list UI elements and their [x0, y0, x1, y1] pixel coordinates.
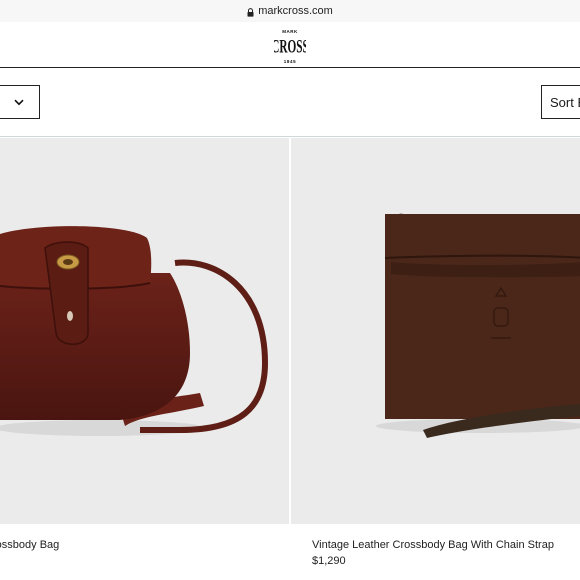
url-text: markcross.com: [258, 5, 333, 17]
svg-text:1845: 1845: [284, 59, 296, 64]
lock-icon: [247, 7, 254, 17]
browser-url-bar[interactable]: markcross.com: [0, 0, 580, 22]
svg-text:MARK: MARK: [282, 29, 298, 34]
sort-dropdown[interactable]: Sort By: [541, 85, 580, 119]
chevron-down-icon: [14, 99, 24, 105]
product-card[interactable]: rossbody Bag: [0, 138, 289, 580]
filter-bar: Sort By: [0, 68, 580, 137]
svg-text:CROSS: CROSS: [274, 37, 306, 58]
saddle-bag-image: [0, 226, 269, 436]
product-image[interactable]: [291, 138, 580, 524]
product-name[interactable]: rossbody Bag: [0, 539, 59, 551]
filter-dropdown[interactable]: [0, 85, 40, 119]
product-card[interactable]: Vintage Leather Crossbody Bag With Chain…: [291, 138, 580, 580]
product-image[interactable]: [0, 138, 289, 524]
sort-label: Sort By: [550, 94, 580, 110]
site-header: MARK CROSS 1845: [0, 22, 580, 68]
brand-logo[interactable]: MARK CROSS 1845: [271, 27, 308, 65]
product-name[interactable]: Vintage Leather Crossbody Bag With Chain…: [312, 539, 554, 551]
mark-cross-logo-icon: MARK CROSS 1845: [271, 29, 308, 64]
crossbody-bag-image: [376, 212, 580, 438]
product-price: $1,290: [312, 555, 346, 567]
